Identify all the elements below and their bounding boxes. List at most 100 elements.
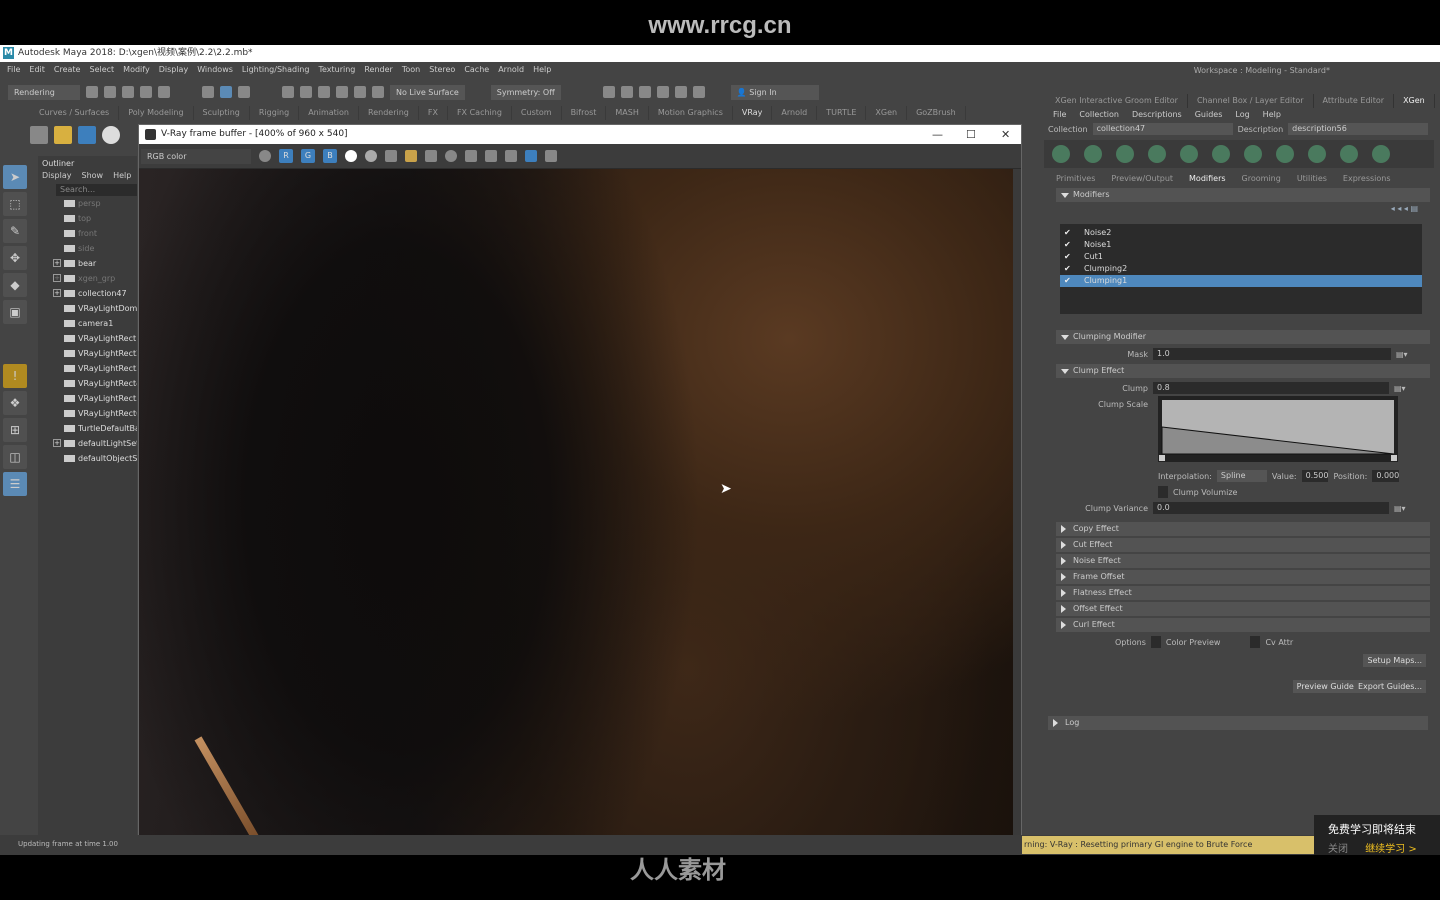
xgen-menu-item[interactable]: Collection [1079,110,1119,119]
select-object-icon[interactable] [220,86,232,98]
snap-surface-icon[interactable] [354,86,366,98]
panel-tab[interactable]: XGen Interactive Groom Editor [1046,94,1188,108]
outliner-item[interactable]: top [38,211,137,226]
menu-modify[interactable]: Modify [123,62,150,78]
shelf-tab[interactable]: Arnold [772,106,818,120]
load-image-icon[interactable] [405,150,417,162]
outliner-item[interactable]: + xgen_grp [38,271,137,286]
modifier-item[interactable]: ✔ Clumping1 [1060,275,1422,287]
outliner-item[interactable]: + bear [38,256,137,271]
shelf-tab[interactable]: GoZBrush [907,106,966,120]
modifier-item[interactable]: ✔ Noise2 [1060,227,1422,239]
rotate-tool-icon[interactable]: ◆ [3,273,27,297]
snap-curve-icon[interactable] [300,86,312,98]
snap-view-icon[interactable] [336,86,348,98]
live-surface-field[interactable]: No Live Surface [390,84,465,100]
outliner-layout-icon[interactable]: ☰ [3,472,27,496]
outliner-item[interactable]: + collection47 [38,286,137,301]
xgen-subtab[interactable]: Utilities [1289,172,1335,186]
menu-stereo[interactable]: Stereo [429,62,455,78]
save-image-icon[interactable] [385,150,397,162]
collapsed-section[interactable]: Frame Offset [1056,570,1430,584]
modifier-item[interactable]: ✔ Noise1 [1060,239,1422,251]
mode-dropdown[interactable]: Rendering [8,84,80,100]
position-field[interactable]: 0.000 [1372,470,1400,482]
shelf-tab[interactable]: Motion Graphics [649,106,733,120]
open-scene-icon[interactable] [104,86,116,98]
menu-select[interactable]: Select [89,62,114,78]
outliner-item[interactable]: defaultObjectS [38,451,137,466]
render-warning-icon[interactable]: ! [3,364,27,388]
expand-icon[interactable]: + [53,289,61,297]
preview-guides-button[interactable]: Preview Guides [1292,680,1362,693]
xgen-subtab[interactable]: Grooming [1234,172,1289,186]
xgen-subtab[interactable]: Primitives [1048,172,1103,186]
xgen-menu-item[interactable]: Help [1263,110,1281,119]
move-guide-icon[interactable] [1148,145,1166,163]
log-section[interactable]: Log [1048,716,1428,730]
region-icon[interactable] [485,150,497,162]
shelf-tab[interactable]: TURTLE [817,106,867,120]
outliner-item[interactable]: VRayLightRect4 [38,376,137,391]
outliner-menu-item[interactable]: Show [82,171,104,180]
export-guides-button[interactable]: Export Guides... [1353,680,1426,693]
channel-dropdown[interactable]: RGB color [141,148,251,164]
link-icon[interactable] [505,150,517,162]
expression-icon[interactable]: ▤▾ [1394,504,1406,513]
minimize-button[interactable]: — [932,125,943,144]
clump-effect-section[interactable]: Clump Effect [1056,364,1430,378]
checkmark-icon[interactable]: ✔ [1064,251,1071,263]
mask-icon[interactable] [1084,145,1102,163]
shelf-tab[interactable]: Poly Modeling [119,106,194,120]
add-guide-single-icon[interactable] [1180,145,1198,163]
select-tool-icon[interactable]: ➤ [3,165,27,189]
render-image[interactable]: ➤ [139,169,1015,855]
xgen-menu-item[interactable]: Guides [1195,110,1223,119]
render-settings-icon[interactable] [656,86,669,98]
shelf-tab[interactable]: Rigging [250,106,300,120]
vray-light-icon[interactable] [54,126,72,144]
clumping-modifier-section[interactable]: Clumping Modifier [1056,330,1430,344]
expand-icon[interactable]: + [53,439,61,447]
shelf-tab[interactable]: Animation [299,106,359,120]
panel-tab[interactable]: Attribute Editor [1314,94,1395,108]
select-component-icon[interactable] [238,86,250,98]
shelf-tab[interactable]: Custom [512,106,562,120]
paint-select-icon[interactable]: ✎ [3,219,27,243]
redo-icon[interactable] [158,86,170,98]
clump-volumize-checkbox[interactable] [1158,486,1168,498]
collapsed-section[interactable]: Flatness Effect [1056,586,1430,600]
ramp-key[interactable] [1159,455,1165,461]
outliner-item[interactable]: VRayLightRect3 [38,361,137,376]
vfb-scrollbar[interactable] [1013,169,1021,855]
guide-scale-icon[interactable] [1308,145,1326,163]
interpolation-dropdown[interactable]: Spline [1216,470,1267,482]
panel-tab[interactable]: Channel Box / Layer Editor [1188,94,1314,108]
channel-g-button[interactable]: G [301,149,315,163]
close-button[interactable]: ✕ [1001,125,1010,144]
hypershade-icon[interactable] [674,86,687,98]
outliner-menu-item[interactable]: Help [113,171,131,180]
guide-split-icon[interactable] [1276,145,1294,163]
render-view-icon[interactable] [602,86,615,98]
lens-effects-icon[interactable] [525,150,537,162]
mono-icon[interactable] [365,150,377,162]
menu-create[interactable]: Create [54,62,81,78]
checkmark-icon[interactable]: ✔ [1064,263,1071,275]
four-view-icon[interactable]: ⊞ [3,418,27,442]
shelf-tab[interactable]: Sculpting [194,106,250,120]
setup-maps-button[interactable]: Setup Maps... [1363,654,1426,667]
xgen-subtab[interactable]: Preview/Output [1103,172,1181,186]
shelf-tab[interactable]: Bifrost [562,106,607,120]
outliner-item[interactable]: side [38,241,137,256]
modifiers-section[interactable]: Modifiers [1056,188,1430,202]
checker-icon[interactable] [545,150,557,162]
menu-file[interactable]: File [7,62,20,78]
outliner-item[interactable]: VRayLightDome [38,301,137,316]
outliner-item[interactable]: VRayLightRect5 [38,391,137,406]
menu-help[interactable]: Help [533,62,551,78]
collapsed-section[interactable]: Cut Effect [1056,538,1430,552]
menu-render[interactable]: Render [364,62,392,78]
shelf-tab[interactable]: XGen [866,106,908,120]
clump-scale-ramp[interactable] [1158,396,1398,462]
